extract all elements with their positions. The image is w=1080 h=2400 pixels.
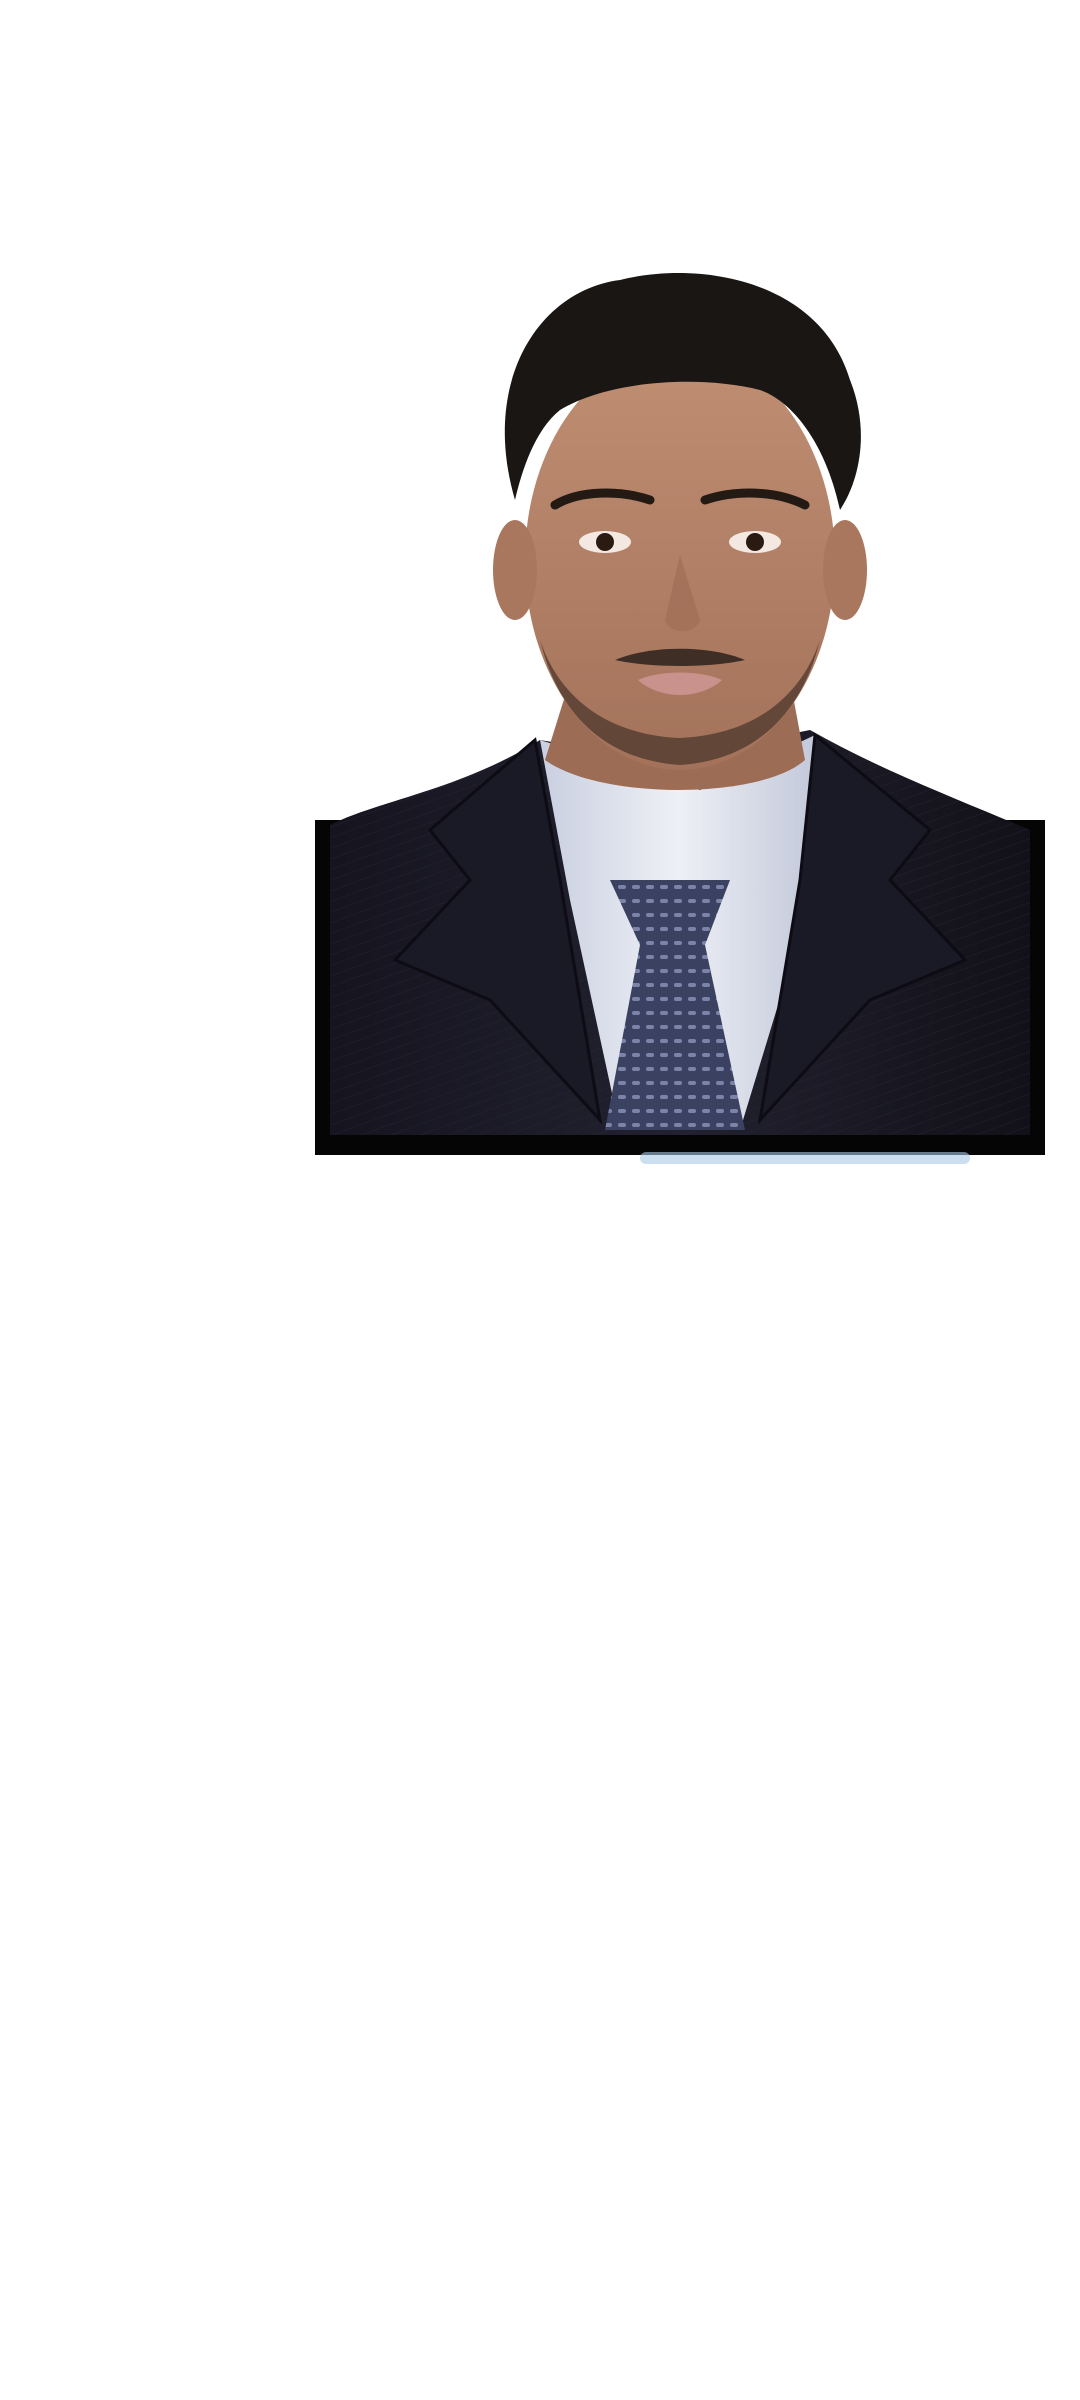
image-canvas: [0, 0, 1080, 2400]
portrait-photo: [315, 273, 1045, 1164]
right-ear: [823, 520, 867, 620]
left-ear: [493, 520, 537, 620]
